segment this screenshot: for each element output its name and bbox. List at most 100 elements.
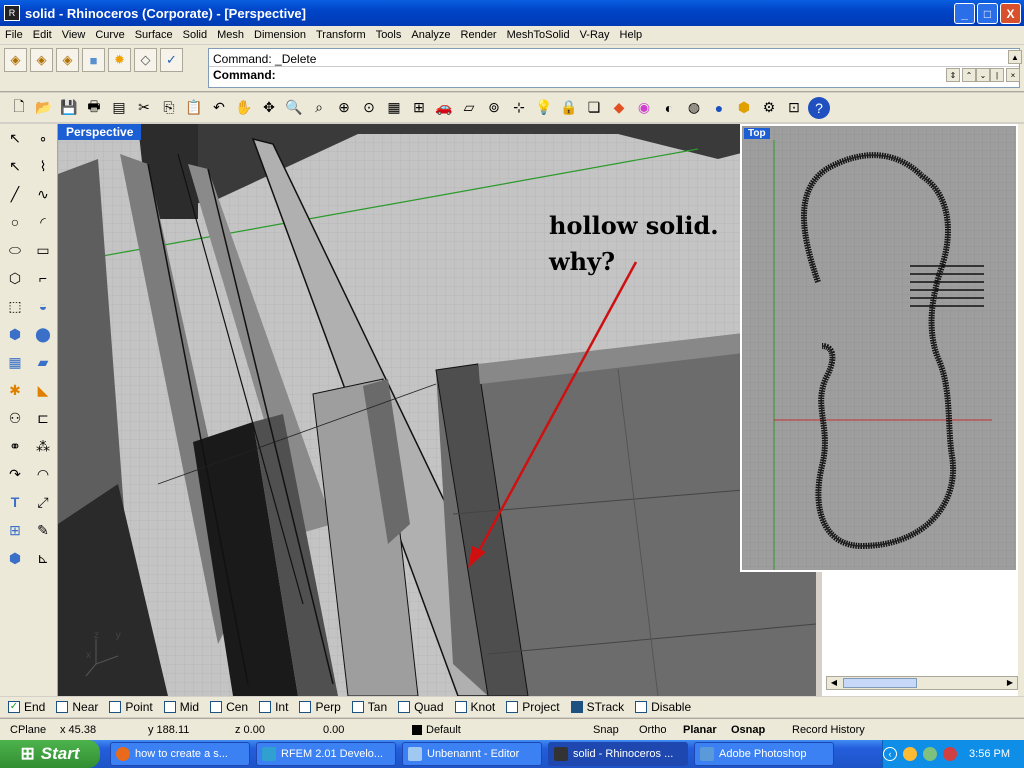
scroll-up-icon[interactable]: ▲	[1008, 50, 1022, 64]
rotate-view-icon[interactable]: ✥	[258, 97, 280, 119]
scroll-right-icon[interactable]: ▶	[1004, 678, 1016, 688]
osnap-quad-checkbox[interactable]	[398, 701, 411, 713]
viewport-title-top[interactable]: Top	[744, 128, 770, 139]
sphere-solid-icon[interactable]: ⬤	[32, 323, 54, 345]
menu-dimension[interactable]: Dimension	[249, 29, 311, 41]
plane-grid-icon[interactable]: ▱	[458, 97, 480, 119]
offset-icon[interactable]: ◠	[32, 463, 54, 485]
perspective-viewport[interactable]: Perspective hollow solid. why? z y x	[58, 124, 816, 696]
menu-solid[interactable]: Solid	[178, 29, 212, 41]
block-icon[interactable]: ⬢	[4, 547, 26, 569]
snap-grid-icon[interactable]: ⊡	[783, 97, 805, 119]
viewport-layout-icon[interactable]: ▦	[383, 97, 405, 119]
menu-vray[interactable]: V-Ray	[575, 29, 615, 41]
osnap-project[interactable]: Project	[506, 700, 560, 714]
osnap-perp[interactable]: Perp	[299, 700, 341, 714]
box-solid-icon[interactable]: ⬢	[4, 323, 26, 345]
status-record-history[interactable]: Record History	[792, 724, 865, 736]
cmd-up-icon[interactable]: ⌃	[962, 68, 976, 82]
dimension-icon[interactable]: ⊾	[32, 547, 54, 569]
tray-network-icon[interactable]	[923, 747, 938, 761]
light-icon[interactable]: 💡	[533, 97, 555, 119]
color-wheel-icon[interactable]: ◉	[633, 97, 655, 119]
osnap-tan-checkbox[interactable]	[351, 701, 364, 713]
options-icon[interactable]: ⚙	[758, 97, 780, 119]
osnap-end[interactable]: ✓ End	[8, 700, 45, 714]
zoom-dynamic-icon[interactable]: 🔍	[283, 97, 305, 119]
trim-icon[interactable]: ◣	[32, 379, 54, 401]
close-button[interactable]: X	[1000, 3, 1021, 24]
check-icon[interactable]: ✓	[160, 48, 183, 72]
osnap-disable[interactable]: Disable	[635, 700, 691, 714]
viewport-title-perspective[interactable]: Perspective	[58, 124, 142, 140]
minimize-button[interactable]: _	[954, 3, 975, 24]
status-ortho[interactable]: Ortho	[639, 724, 667, 736]
tray-back-icon[interactable]: ‹	[883, 747, 898, 761]
sun-icon[interactable]: ✹	[108, 48, 131, 72]
status-snap[interactable]: Snap	[593, 724, 619, 736]
curve-cp-icon[interactable]: ∿	[32, 183, 54, 205]
pan-icon[interactable]: ✋	[233, 97, 255, 119]
osnap-point[interactable]: Point	[109, 700, 153, 714]
tray-security-icon[interactable]	[943, 747, 958, 761]
task-rhinoceros[interactable]: solid - Rhinoceros ...	[548, 742, 688, 766]
menu-view[interactable]: View	[57, 29, 91, 41]
ellipse-icon[interactable]: ⬭	[4, 239, 26, 261]
status-osnap[interactable]: Osnap	[731, 724, 765, 736]
save-icon[interactable]: 💾	[58, 97, 80, 119]
rhino-app-icon[interactable]: R	[4, 5, 20, 21]
zoom-extents-icon[interactable]: ⊕	[333, 97, 355, 119]
tray-app-icon[interactable]	[903, 747, 918, 761]
mesh-plane-icon[interactable]: ▰	[32, 351, 54, 373]
snap-end-icon[interactable]: ◈	[4, 48, 27, 72]
zoom-selected-icon[interactable]: ⊙	[358, 97, 380, 119]
command-history[interactable]: Command: _Delete Command:	[208, 48, 1020, 88]
top-viewport[interactable]: Top	[740, 124, 1018, 572]
text-icon[interactable]: T	[4, 491, 26, 513]
task-rfem[interactable]: RFEM 2.01 Develo...	[256, 742, 396, 766]
osnap-quad[interactable]: Quad	[398, 700, 444, 714]
point-icon[interactable]: ∘	[32, 127, 54, 149]
osnap-cen-checkbox[interactable]	[210, 701, 223, 713]
select-points-icon[interactable]: ↖	[4, 155, 26, 177]
edit-point-icon[interactable]: ✎	[32, 519, 54, 541]
osnap-point-checkbox[interactable]	[109, 701, 122, 713]
paste-icon[interactable]: 📋	[183, 97, 205, 119]
surface-corner-icon[interactable]: ⬚	[4, 295, 26, 317]
osnap-knot-checkbox[interactable]	[454, 701, 467, 713]
wireframe-sphere-icon[interactable]: ◍	[683, 97, 705, 119]
line-icon[interactable]: ╱	[4, 183, 26, 205]
cmd-spin-icon[interactable]: ⇕	[946, 68, 960, 82]
circle-icon[interactable]: ○	[4, 211, 26, 233]
grid-icon[interactable]: ⊞	[408, 97, 430, 119]
horizontal-scrollbar[interactable]: ◀ ▶	[826, 676, 1018, 690]
split-icon[interactable]: ⚇	[4, 407, 26, 429]
clock[interactable]: 3:56 PM	[969, 748, 1010, 760]
select-arrow-icon[interactable]: ↖	[4, 127, 26, 149]
status-planar[interactable]: Planar	[683, 724, 717, 736]
cmd-down-icon[interactable]: ⌄	[976, 68, 990, 82]
osnap-mid[interactable]: Mid	[163, 700, 199, 714]
task-firefox[interactable]: how to create a s...	[110, 742, 250, 766]
explode-icon[interactable]: ✱	[4, 379, 26, 401]
cmd-close-icon[interactable]: ×	[1006, 68, 1020, 82]
copy-icon[interactable]: ⎘	[158, 97, 180, 119]
boolean-icon[interactable]: ⚭	[4, 435, 26, 457]
rotate-icon[interactable]: ◇	[134, 48, 157, 72]
task-photoshop[interactable]: Adobe Photoshop	[694, 742, 834, 766]
osnap-tan[interactable]: Tan	[351, 700, 387, 714]
menu-help[interactable]: Help	[615, 29, 648, 41]
scroll-thumb[interactable]	[843, 678, 917, 688]
polyline-icon[interactable]: ⌇	[32, 155, 54, 177]
properties-icon[interactable]: ▤	[108, 97, 130, 119]
car-icon[interactable]: 🚗	[433, 97, 455, 119]
osnap-strack[interactable]: STrack	[570, 700, 624, 714]
layers-icon[interactable]: ❏	[583, 97, 605, 119]
osnap-int-checkbox[interactable]	[259, 701, 272, 713]
open-icon[interactable]: 📂	[33, 97, 55, 119]
menu-transform[interactable]: Transform	[311, 29, 371, 41]
help-icon[interactable]: ?	[808, 96, 830, 119]
osnap-perp-checkbox[interactable]	[299, 701, 312, 713]
start-button[interactable]: ⊞ Start	[0, 740, 100, 768]
osnap-disable-checkbox[interactable]	[635, 701, 648, 713]
